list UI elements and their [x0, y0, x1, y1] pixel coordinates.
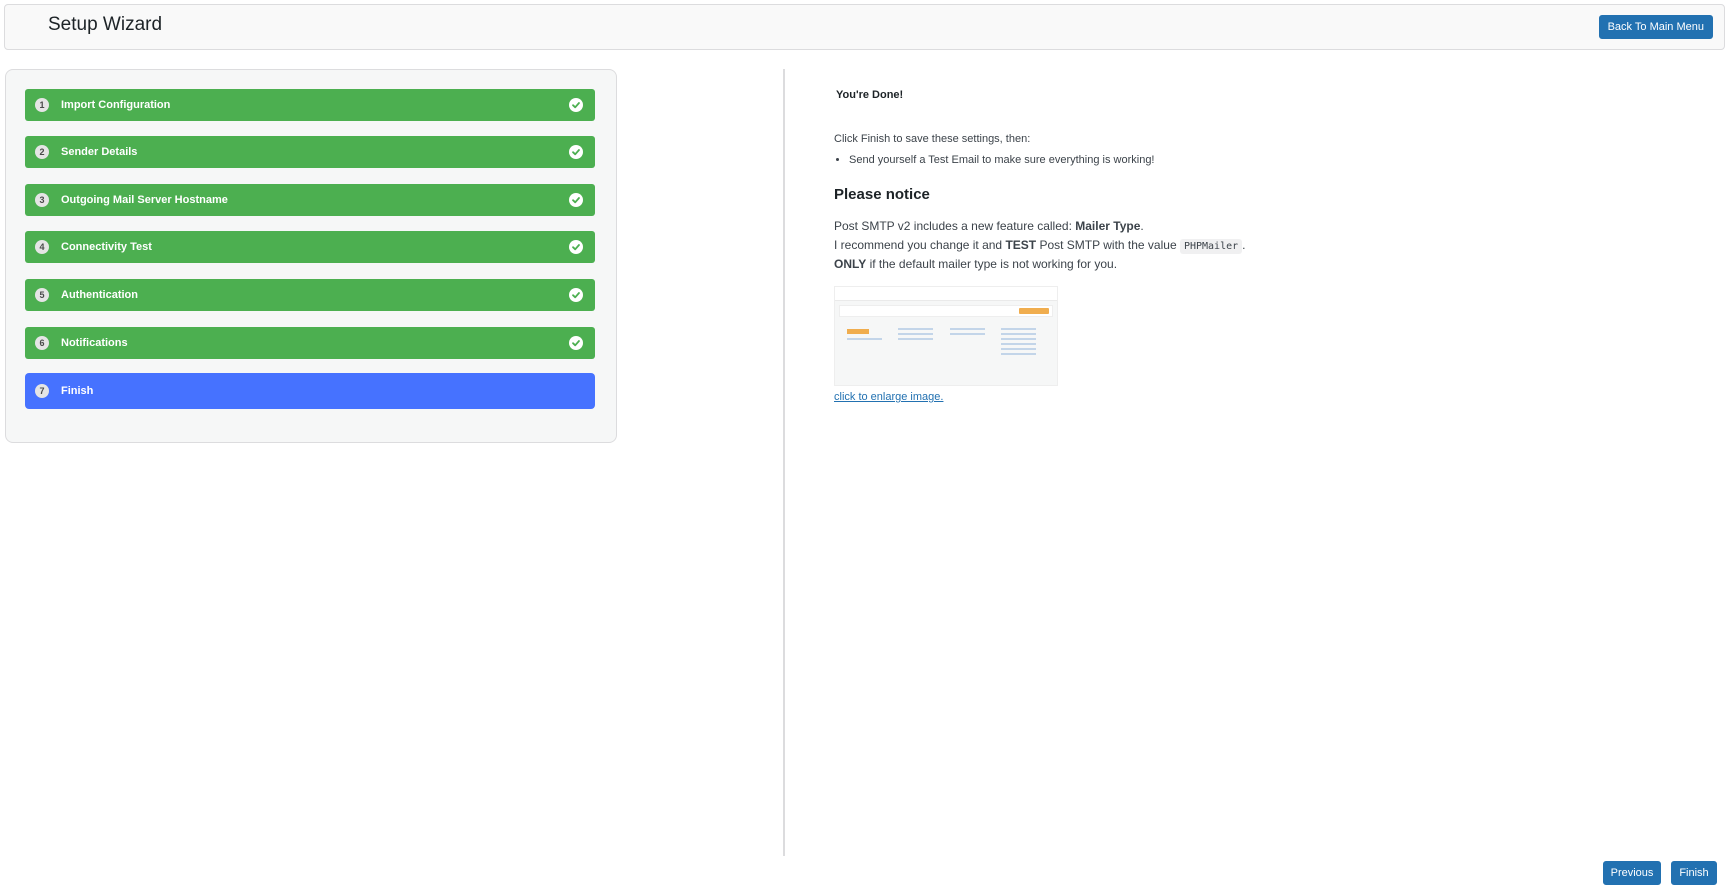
step-label: Finish [61, 385, 94, 397]
step-finish[interactable]: 7 Finish [25, 373, 595, 409]
notice-line-3: ONLY if the default mailer type is not w… [834, 257, 1117, 271]
check-circle-icon [569, 193, 583, 207]
check-circle-icon [569, 336, 583, 350]
phpmailer-code: PHPMailer [1179, 239, 1243, 254]
notice-text: if the default mailer type is not workin… [866, 257, 1118, 271]
previous-button[interactable]: Previous [1603, 861, 1661, 885]
check-circle-icon [569, 98, 583, 112]
notice-text: . [1140, 219, 1144, 233]
step-number: 5 [35, 288, 49, 302]
notice-heading: Please notice [834, 186, 930, 203]
steps-panel: 1 Import Configuration 2 Sender Details … [5, 69, 617, 443]
notice-text: . [1242, 238, 1246, 252]
step-authentication[interactable]: 5 Authentication [25, 279, 595, 311]
thumbnail-columns [835, 321, 1057, 362]
step-label: Authentication [61, 289, 138, 301]
page-title: Setup Wizard [48, 14, 163, 35]
step-number: 2 [35, 145, 49, 159]
step-sender-details[interactable]: 2 Sender Details [25, 136, 595, 168]
thumbnail-status-bar [839, 305, 1053, 317]
mailer-type-screenshot-thumbnail[interactable] [834, 286, 1058, 386]
intro-text: Click Finish to save these settings, the… [834, 133, 1031, 145]
step-number: 4 [35, 240, 49, 254]
step-number: 1 [35, 98, 49, 112]
thumbnail-header [835, 287, 1057, 301]
list-item: Send yourself a Test Email to make sure … [849, 154, 1155, 166]
notice-bold: TEST [1005, 238, 1037, 252]
step-number: 3 [35, 193, 49, 207]
step-connectivity-test[interactable]: 4 Connectivity Test [25, 231, 595, 263]
step-import-configuration[interactable]: 1 Import Configuration [25, 89, 595, 121]
check-circle-icon [569, 145, 583, 159]
step-label: Outgoing Mail Server Hostname [61, 194, 228, 206]
finish-button[interactable]: Finish [1671, 861, 1717, 885]
enlarge-image-link[interactable]: click to enlarge image. [834, 391, 943, 403]
back-to-main-menu-button[interactable]: Back To Main Menu [1598, 15, 1713, 39]
notice-text: Post SMTP v2 includes a new feature call… [834, 219, 1076, 233]
done-heading: You're Done! [836, 89, 904, 101]
notice-bold: ONLY [834, 257, 867, 271]
notice-text: Post SMTP with the value [1036, 238, 1180, 252]
step-label: Notifications [61, 337, 128, 349]
column-divider [783, 69, 785, 856]
check-circle-icon [569, 240, 583, 254]
step-label: Import Configuration [61, 99, 171, 111]
notice-line-1: Post SMTP v2 includes a new feature call… [834, 219, 1144, 233]
notice-text: I recommend you change it and [834, 238, 1006, 252]
step-outgoing-mail-server-hostname[interactable]: 3 Outgoing Mail Server Hostname [25, 184, 595, 216]
next-steps-list: Send yourself a Test Email to make sure … [834, 154, 1155, 166]
notice-line-2: I recommend you change it and TEST Post … [834, 238, 1246, 254]
notice-bold: Mailer Type [1075, 219, 1141, 233]
step-number: 6 [35, 336, 49, 350]
step-notifications[interactable]: 6 Notifications [25, 327, 595, 359]
step-number: 7 [35, 384, 49, 398]
check-circle-icon [569, 288, 583, 302]
top-bar: Setup Wizard Back To Main Menu [4, 4, 1725, 50]
step-label: Connectivity Test [61, 241, 152, 253]
step-label: Sender Details [61, 146, 138, 158]
